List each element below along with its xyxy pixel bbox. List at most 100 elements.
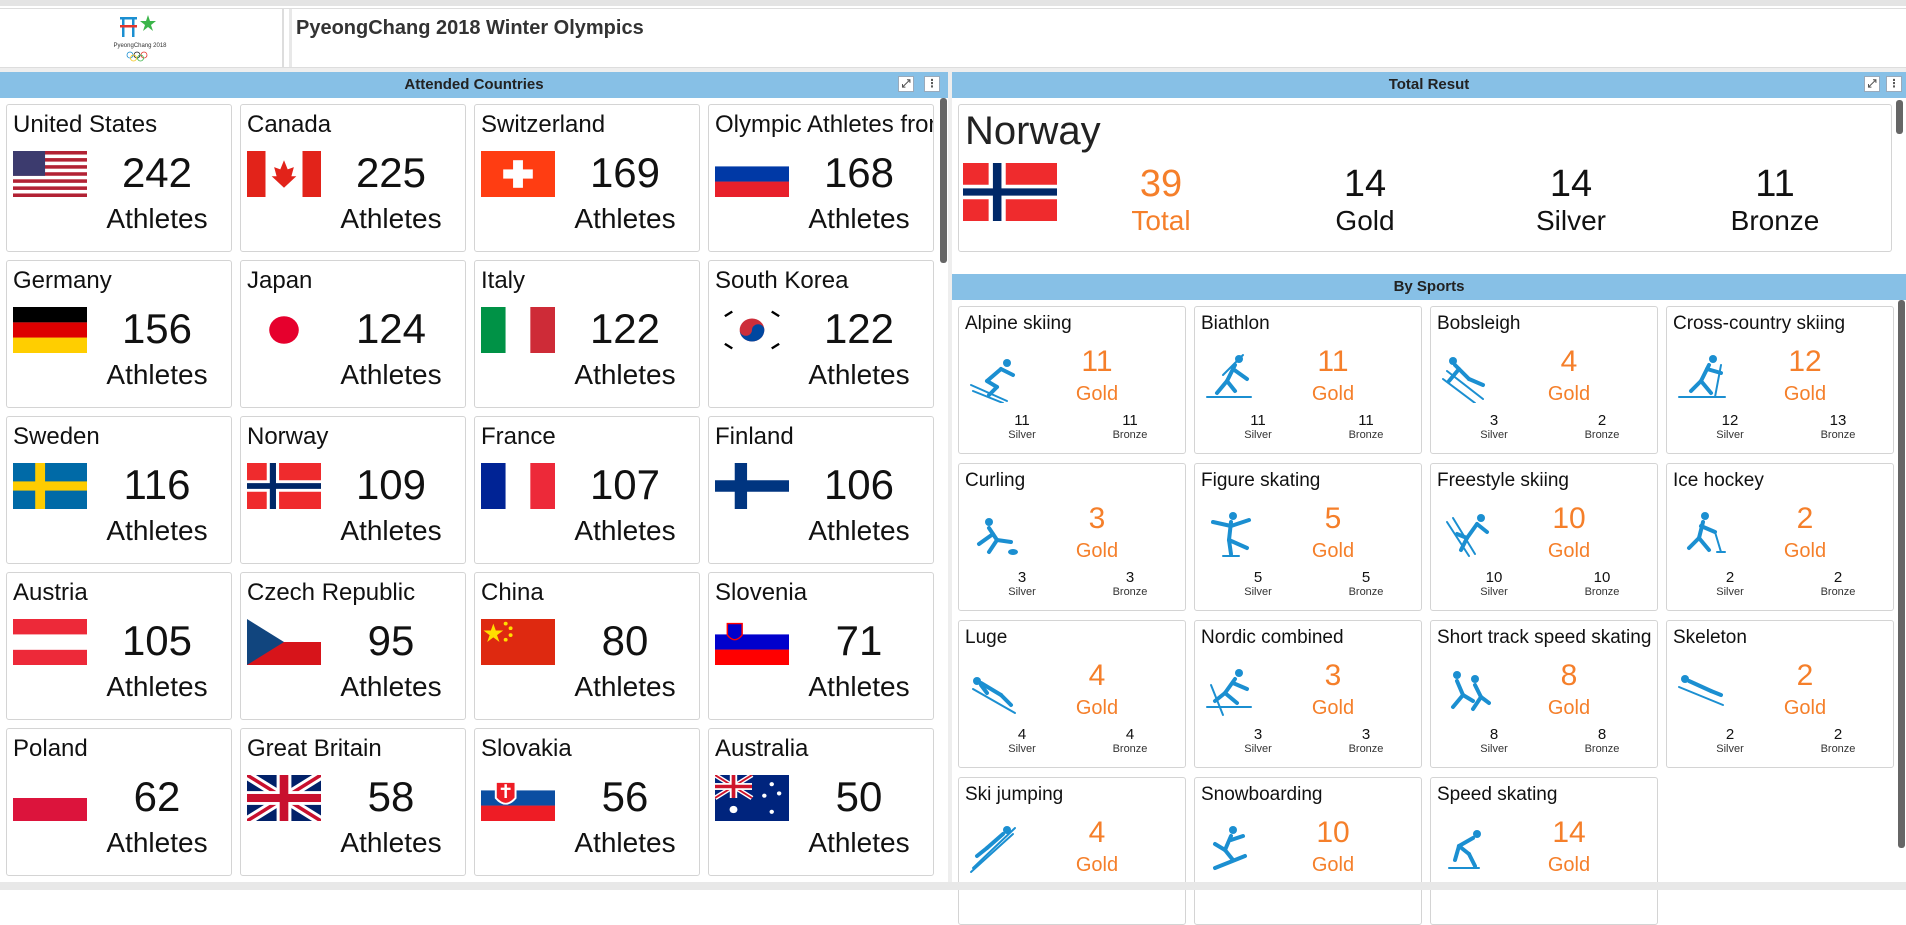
country-card[interactable]: Finland 106 Athletes	[708, 416, 934, 564]
athletes-label: Athletes	[340, 827, 442, 858]
sport-card[interactable]: Nordic combined 3 Gold 3 Silver 3 Bronze	[1194, 620, 1422, 768]
gold-label: Gold	[1075, 697, 1119, 719]
silver-count: 2	[1725, 726, 1735, 743]
countries-scrollbar[interactable]	[940, 98, 947, 263]
total-scrollbar[interactable]	[1896, 100, 1903, 134]
expand-icon[interactable]: ⤢	[1864, 76, 1880, 92]
sport-card[interactable]: Snowboarding 10 Gold	[1194, 777, 1422, 925]
sport-name: Luge	[965, 627, 1008, 648]
athlete-count: 56	[601, 773, 649, 820]
by-sports-title: By Sports	[1393, 278, 1465, 295]
country-name: Switzerland	[481, 111, 606, 138]
country-card[interactable]: South Korea 122 Athletes	[708, 260, 934, 408]
country-card[interactable]: China 80 Athletes	[474, 572, 700, 720]
bronze-count: 2	[1597, 412, 1607, 429]
sport-card[interactable]: Skeleton 2 Gold 2 Silver 2 Bronze	[1666, 620, 1894, 768]
alpine-skiing-icon	[970, 359, 1015, 403]
czech-flag	[247, 619, 321, 665]
country-card[interactable]: Czech Republic 95 Athletes	[240, 572, 466, 720]
country-name: Slovakia	[481, 735, 572, 762]
silver-label: Silver	[1480, 743, 1508, 755]
sport-card[interactable]: Speed skating 14 Gold	[1430, 777, 1658, 925]
gold-count: 11	[1317, 345, 1349, 378]
athlete-count: 156	[121, 305, 193, 352]
athlete-count: 124	[355, 305, 427, 352]
country-card[interactable]: United States 242 Athletes	[6, 104, 232, 252]
country-card[interactable]: Austria 105 Athletes	[6, 572, 232, 720]
total-silver-label: Silver	[1535, 205, 1606, 236]
country-card[interactable]: Sweden 116 Athletes	[6, 416, 232, 564]
gold-count: 3	[1088, 502, 1106, 535]
athletes-label: Athletes	[808, 671, 910, 702]
country-card[interactable]: Slovenia 71 Athletes	[708, 572, 934, 720]
sport-card[interactable]: Luge 4 Gold 4 Silver 4 Bronze	[958, 620, 1186, 768]
sport-card[interactable]: Ice hockey 2 Gold 2 Silver 2 Bronze	[1666, 463, 1894, 611]
gold-count: 14	[1552, 816, 1586, 849]
country-card[interactable]: Norway 109 Athletes	[240, 416, 466, 564]
athlete-count: 50	[835, 773, 883, 820]
athlete-count: 122	[823, 305, 895, 352]
silver-label: Silver	[1008, 743, 1036, 755]
country-card[interactable]: Italy 122 Athletes	[474, 260, 700, 408]
silver-count: 3	[1489, 412, 1499, 429]
country-card[interactable]: Australia 50 Athletes	[708, 728, 934, 876]
poland-flag	[13, 775, 87, 821]
sports-scrollbar[interactable]	[1898, 300, 1905, 848]
athletes-label: Athletes	[106, 827, 208, 858]
speed-skating-icon	[1448, 830, 1481, 869]
sport-card[interactable]: Curling 3 Gold 3 Silver 3 Bronze	[958, 463, 1186, 611]
bronze-label: Bronze	[1584, 743, 1620, 755]
gold-label: Gold	[1547, 383, 1591, 405]
bronze-label: Bronze	[1820, 429, 1856, 441]
country-name: France	[481, 423, 556, 450]
country-card[interactable]: Slovakia 56 Athletes	[474, 728, 700, 876]
sport-card[interactable]: Bobsleigh 4 Gold 3 Silver 2 Bronze	[1430, 306, 1658, 454]
athlete-count: 71	[835, 617, 883, 664]
silver-label: Silver	[1716, 743, 1744, 755]
ice-hockey-icon	[1687, 512, 1726, 553]
bronze-label: Bronze	[1584, 586, 1620, 598]
gold-label: Gold	[1075, 854, 1119, 876]
bronze-count: 4	[1125, 726, 1135, 743]
country-card[interactable]: France 107 Athletes	[474, 416, 700, 564]
country-name: Poland	[13, 735, 88, 762]
country-card[interactable]: Switzerland 169 Athletes	[474, 104, 700, 252]
sport-card[interactable]: Short track speed skating 8 Gold 8 Silver 8 Br…	[1430, 620, 1658, 768]
athlete-count: 58	[367, 773, 415, 820]
country-card[interactable]: Great Britain 58 Athletes	[240, 728, 466, 876]
athletes-label: Athletes	[340, 515, 442, 546]
page-title: PyeongChang 2018 Winter Olympics	[296, 17, 644, 39]
country-card[interactable]: Poland 62 Athletes	[6, 728, 232, 876]
silver-label: Silver	[1244, 743, 1272, 755]
logo-container: PyeongChang 2018	[0, 9, 284, 67]
sport-card[interactable]: Alpine skiing 11 Gold 11 Silver 11 Bronze	[958, 306, 1186, 454]
ski-jumping-icon	[970, 826, 1016, 873]
country-name: Norway	[247, 423, 329, 450]
more-options-icon[interactable]: ⋮	[924, 76, 940, 92]
silver-count: 5	[1253, 569, 1263, 586]
sport-card[interactable]: Cross-country skiing 12 Gold 12 Silver 13 Bron…	[1666, 306, 1894, 454]
sport-card[interactable]: Ski jumping 4 Gold	[958, 777, 1186, 925]
silver-count: 12	[1721, 412, 1739, 429]
sport-name: Snowboarding	[1201, 784, 1323, 805]
athletes-label: Athletes	[340, 203, 442, 234]
more-options-icon[interactable]: ⋮	[1886, 76, 1902, 92]
athletes-label: Athletes	[808, 203, 910, 234]
expand-icon[interactable]: ⤢	[898, 76, 914, 92]
country-card[interactable]: Japan 124 Athletes	[240, 260, 466, 408]
gold-count: 10	[1552, 502, 1586, 535]
bottom-bar	[0, 882, 1906, 890]
top-strip	[0, 0, 1906, 6]
country-card[interactable]: Canada 225 Athletes	[240, 104, 466, 252]
sport-card[interactable]: Biathlon 11 Gold 11 Silver 11 Bronze	[1194, 306, 1422, 454]
athletes-label: Athletes	[106, 359, 208, 390]
country-card[interactable]: Olympic Athletes from Russia 168 Athletes	[708, 104, 934, 252]
country-card[interactable]: Germany 156 Athletes	[6, 260, 232, 408]
sport-card[interactable]: Freestyle skiing 10 Gold 10 Silver 10 Bronze	[1430, 463, 1658, 611]
uk-flag	[247, 775, 321, 821]
gold-count: 12	[1788, 345, 1822, 378]
slovenia-flag	[715, 619, 789, 665]
sport-card[interactable]: Figure skating 5 Gold 5 Silver 5 Bronze	[1194, 463, 1422, 611]
athlete-count: 95	[367, 617, 415, 664]
country-name: Olympic Athletes from Russia	[715, 111, 933, 138]
